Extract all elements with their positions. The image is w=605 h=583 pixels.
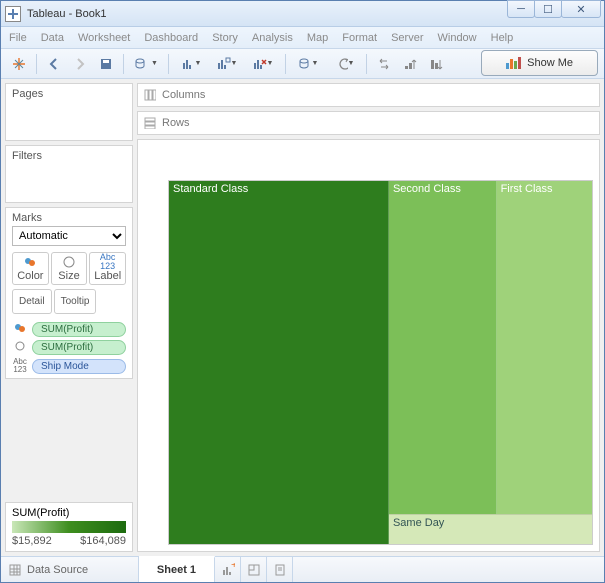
treemap-cell-standard-class[interactable]: Standard Class (169, 181, 389, 544)
menu-worksheet[interactable]: Worksheet (78, 32, 130, 44)
titlebar: Tableau - Book1 ─ ☐ ✕ (1, 1, 604, 27)
color-legend: SUM(Profit) $15,892 $164,089 (5, 502, 133, 552)
menu-help[interactable]: Help (491, 32, 514, 44)
rows-icon (144, 117, 156, 129)
sort-asc-button[interactable] (398, 52, 422, 76)
columns-icon (144, 89, 156, 101)
rows-label: Rows (162, 117, 190, 129)
treemap-cell-same-day[interactable]: Same Day (389, 514, 592, 544)
grid-icon (9, 564, 21, 576)
pill-row: SUM(Profit) (12, 340, 126, 355)
pill-sum-profit-size[interactable]: SUM(Profit) (32, 340, 126, 355)
new-worksheet-tab[interactable]: + (215, 557, 241, 582)
columns-label: Columns (162, 89, 205, 101)
mark-type-select[interactable]: Automatic (12, 226, 126, 246)
new-worksheet-button[interactable]: ▼ (174, 52, 208, 76)
swap-button[interactable] (372, 52, 396, 76)
clear-button[interactable]: ▼ (246, 52, 280, 76)
showme-label: Show Me (527, 57, 573, 69)
pages-shelf[interactable]: Pages (5, 83, 133, 141)
columns-shelf[interactable]: Columns (137, 83, 600, 107)
minimize-button[interactable]: ─ (507, 0, 535, 18)
pill-row: SUM(Profit) (12, 322, 126, 337)
filters-label: Filters (12, 150, 126, 162)
menu-analysis[interactable]: Analysis (252, 32, 293, 44)
size-icon (63, 255, 75, 269)
mark-color-button[interactable]: Color (12, 252, 49, 285)
statusbar: Data Source Sheet 1 + (1, 556, 604, 582)
save-button[interactable] (94, 52, 118, 76)
mark-detail-button[interactable]: Detail (12, 289, 52, 314)
mark-pills: SUM(Profit) SUM(Profit) Abc123 Ship Mode (12, 322, 126, 374)
sort-desc-button[interactable] (424, 52, 448, 76)
duplicate-button[interactable]: ▼ (210, 52, 244, 76)
label-icon: Abc123 (12, 358, 28, 374)
treemap: Standard Class Second Class First Class … (168, 180, 593, 545)
new-dashboard-tab[interactable] (241, 557, 267, 582)
left-column: Pages Filters Marks Automatic Color Size… (5, 83, 133, 552)
legend-max: $164,089 (80, 535, 126, 547)
mark-tooltip-button[interactable]: Tooltip (54, 289, 97, 314)
treemap-cell-second-class[interactable]: Second Class (389, 181, 497, 514)
toolbar: ▼ ▼ ▼ ▼ ▼ ▼ Show Me (1, 49, 604, 79)
body: Pages Filters Marks Automatic Color Size… (1, 79, 604, 556)
right-column: Columns Rows Standard Class Second Class… (137, 83, 600, 552)
svg-text:+: + (231, 563, 235, 571)
run-button[interactable]: ▼ (327, 52, 361, 76)
pages-label: Pages (12, 88, 126, 100)
sheet-tab[interactable]: Sheet 1 (139, 556, 215, 582)
menu-dashboard[interactable]: Dashboard (144, 32, 198, 44)
datasource-tab[interactable]: Data Source (1, 557, 139, 582)
menu-story[interactable]: Story (212, 32, 238, 44)
app-window: Tableau - Book1 ─ ☐ ✕ File Data Workshee… (0, 0, 605, 583)
pill-ship-mode[interactable]: Ship Mode (32, 359, 126, 374)
menu-server[interactable]: Server (391, 32, 423, 44)
legend-min: $15,892 (12, 535, 52, 547)
window-controls: ─ ☐ ✕ (508, 0, 601, 18)
color-icon (12, 322, 28, 337)
datasource-button[interactable]: ▼ (129, 52, 163, 76)
menu-file[interactable]: File (9, 32, 27, 44)
viz-canvas[interactable]: Standard Class Second Class First Class … (137, 139, 600, 552)
rows-shelf[interactable]: Rows (137, 111, 600, 135)
mark-size-button[interactable]: Size (51, 252, 88, 285)
menubar: File Data Worksheet Dashboard Story Anal… (1, 27, 604, 49)
new-story-tab[interactable] (267, 557, 293, 582)
menu-map[interactable]: Map (307, 32, 328, 44)
pill-row: Abc123 Ship Mode (12, 358, 126, 374)
marks-label: Marks (12, 212, 126, 224)
filters-shelf[interactable]: Filters (5, 145, 133, 203)
showme-icon (506, 57, 521, 69)
back-button[interactable] (42, 52, 66, 76)
autoupdate-button[interactable]: ▼ (291, 52, 325, 76)
color-icon (24, 255, 36, 269)
legend-title: SUM(Profit) (12, 507, 126, 519)
marks-card: Marks Automatic Color Size Abc123Label D… (5, 207, 133, 379)
legend-gradient[interactable] (12, 521, 126, 533)
datasource-label: Data Source (27, 564, 88, 576)
pill-sum-profit-color[interactable]: SUM(Profit) (32, 322, 126, 337)
app-icon (5, 6, 21, 22)
menu-format[interactable]: Format (342, 32, 377, 44)
mark-label-button[interactable]: Abc123Label (89, 252, 126, 285)
forward-button[interactable] (68, 52, 92, 76)
menu-data[interactable]: Data (41, 32, 64, 44)
showme-button[interactable]: Show Me (481, 50, 598, 76)
close-button[interactable]: ✕ (561, 0, 601, 18)
size-icon (12, 340, 28, 355)
label-icon: Abc123 (100, 255, 116, 269)
treemap-cell-first-class[interactable]: First Class (497, 181, 592, 514)
tableau-logo-icon[interactable] (7, 52, 31, 76)
menu-window[interactable]: Window (438, 32, 477, 44)
maximize-button[interactable]: ☐ (534, 0, 562, 18)
